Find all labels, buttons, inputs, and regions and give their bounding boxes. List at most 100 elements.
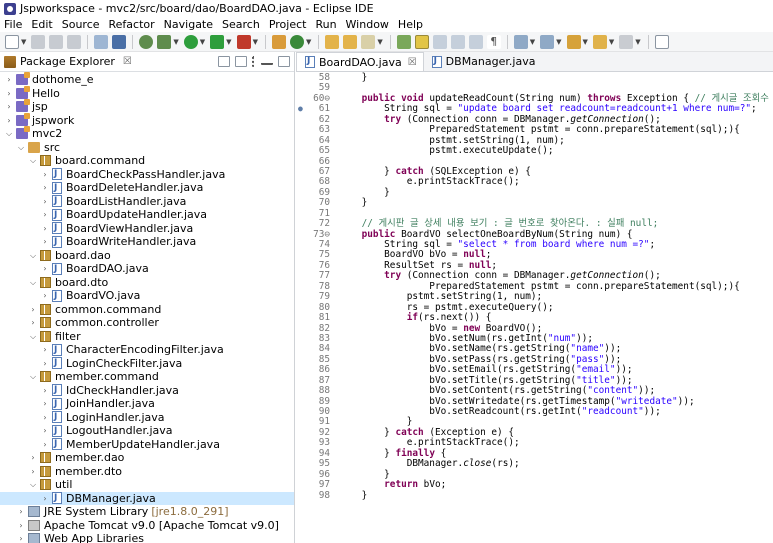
tree-item[interactable]: › CharacterEncodingFilter.java [0, 343, 294, 357]
search-icon[interactable] [396, 34, 411, 49]
tree-item[interactable]: › BoardCheckPassHandler.java [0, 168, 294, 182]
menu-refactor[interactable]: Refactor [109, 18, 155, 31]
collapsed-chevron-icon[interactable]: › [28, 465, 38, 478]
collapsed-chevron-icon[interactable]: › [40, 168, 50, 181]
back-icon[interactable] [592, 34, 607, 49]
chevron-down-icon[interactable]: ▼ [173, 38, 178, 46]
tree-item[interactable]: › BoardDeleteHandler.java [0, 181, 294, 195]
tree-item[interactable]: › dothome_e [0, 72, 294, 87]
expanded-chevron-icon[interactable]: ⌵ [28, 478, 38, 491]
expanded-chevron-icon[interactable]: ⌵ [28, 154, 38, 167]
view-menu-icon[interactable] [252, 56, 256, 67]
collapsed-chevron-icon[interactable]: › [40, 235, 50, 248]
run-external-icon[interactable] [210, 34, 225, 49]
tree-item[interactable]: ⌵ board.dao [0, 249, 294, 263]
expanded-chevron-icon[interactable]: ⌵ [16, 141, 26, 154]
collapsed-chevron-icon[interactable]: › [16, 532, 26, 543]
chevron-down-icon[interactable]: ▼ [306, 38, 311, 46]
menu-project[interactable]: Project [269, 18, 307, 31]
tree-item[interactable]: › member.dao [0, 451, 294, 465]
collapsed-chevron-icon[interactable]: › [40, 208, 50, 221]
next-annotation-icon[interactable] [513, 34, 528, 49]
open-type-icon[interactable] [325, 34, 340, 49]
collapsed-chevron-icon[interactable]: › [40, 492, 50, 505]
collapsed-chevron-icon[interactable]: › [40, 357, 50, 370]
menu-edit[interactable]: Edit [31, 18, 52, 31]
toggle-mark-icon[interactable] [94, 34, 109, 49]
tree-item[interactable]: ⌵ member.command [0, 370, 294, 384]
collapsed-chevron-icon[interactable]: › [4, 114, 14, 127]
chevron-down-icon[interactable]: ▼ [530, 38, 535, 46]
tree-item[interactable]: › BoardDAO.java [0, 262, 294, 276]
chevron-down-icon[interactable]: ▼ [21, 38, 26, 46]
collapsed-chevron-icon[interactable]: › [40, 411, 50, 424]
show-whitespace-icon[interactable] [450, 34, 465, 49]
tree-item[interactable]: ⌵ board.dto [0, 276, 294, 290]
menu-source[interactable]: Source [62, 18, 100, 31]
chevron-down-icon[interactable]: ▼ [377, 38, 382, 46]
chevron-down-icon[interactable]: ▼ [253, 38, 258, 46]
tree-item[interactable]: › BoardVO.java [0, 289, 294, 303]
collapsed-chevron-icon[interactable]: › [40, 438, 50, 451]
chevron-down-icon[interactable]: ▼ [609, 38, 614, 46]
package-explorer-title[interactable]: Package Explorer [20, 55, 115, 68]
tree-item[interactable]: › jspwork [0, 112, 294, 128]
tree-item[interactable]: › LogoutHandler.java [0, 424, 294, 438]
skip-breakpoints-icon[interactable] [139, 34, 154, 49]
tree-item[interactable]: › common.command [0, 303, 294, 317]
block-selection-icon[interactable] [432, 34, 447, 49]
toggle-breadcrumb-icon[interactable] [468, 34, 483, 49]
console-icon[interactable] [112, 34, 127, 49]
chevron-down-icon[interactable]: ▼ [200, 38, 205, 46]
chevron-down-icon[interactable]: ▼ [583, 38, 588, 46]
tree-item[interactable]: › LoginHandler.java [0, 411, 294, 425]
tree-item[interactable]: › Apache Tomcat v9.0 [Apache Tomcat v9.0] [0, 519, 294, 533]
menu-window[interactable]: Window [346, 18, 389, 31]
expanded-chevron-icon[interactable]: ⌵ [28, 370, 38, 383]
collapsed-chevron-icon[interactable]: › [40, 343, 50, 356]
open-folder-icon[interactable] [343, 34, 358, 49]
menu-search[interactable]: Search [222, 18, 260, 31]
collapsed-chevron-icon[interactable]: › [4, 100, 14, 113]
collapsed-chevron-icon[interactable]: › [28, 303, 38, 316]
expanded-chevron-icon[interactable]: ⌵ [4, 127, 14, 140]
expanded-chevron-icon[interactable]: ⌵ [28, 330, 38, 343]
tree-item[interactable]: ⌵ mvc2 [0, 126, 294, 141]
print-icon[interactable] [67, 34, 82, 49]
collapsed-chevron-icon[interactable]: › [40, 397, 50, 410]
collapsed-chevron-icon[interactable]: › [28, 316, 38, 329]
menu-file[interactable]: File [4, 18, 22, 31]
collapsed-chevron-icon[interactable]: › [4, 73, 14, 86]
maximize-view-icon[interactable] [278, 56, 290, 67]
tree-item[interactable]: › BoardUpdateHandler.java [0, 208, 294, 222]
tree-item[interactable]: › IdCheckHandler.java [0, 384, 294, 398]
collapsed-chevron-icon[interactable]: › [40, 222, 50, 235]
tree-item[interactable]: ⌵ board.command [0, 154, 294, 168]
minimize-view-icon[interactable] [261, 59, 273, 65]
pilcrow-icon[interactable]: ¶ [486, 34, 501, 49]
close-tab-icon[interactable]: ☒ [408, 57, 417, 68]
menu-help[interactable]: Help [398, 18, 423, 31]
tree-item[interactable]: › member.dto [0, 465, 294, 479]
tree-item[interactable]: › BoardViewHandler.java [0, 222, 294, 236]
new-file-icon[interactable] [5, 34, 19, 49]
collapsed-chevron-icon[interactable]: › [16, 519, 26, 532]
mark-occurrences-icon[interactable] [414, 34, 429, 49]
expanded-chevron-icon[interactable]: ⌵ [28, 249, 38, 262]
collapsed-chevron-icon[interactable]: › [40, 262, 50, 275]
collapsed-chevron-icon[interactable]: › [40, 289, 50, 302]
chevron-down-icon[interactable]: ▼ [556, 38, 561, 46]
coverage-icon[interactable] [236, 34, 251, 49]
collapsed-chevron-icon[interactable]: › [16, 505, 26, 518]
new-class-icon[interactable] [289, 34, 304, 49]
tree-item[interactable]: › jsp [0, 99, 294, 114]
menu-navigate[interactable]: Navigate [164, 18, 213, 31]
collapsed-chevron-icon[interactable]: › [40, 195, 50, 208]
tree-item[interactable]: › LoginCheckFilter.java [0, 357, 294, 371]
close-view-icon[interactable]: ☒ [123, 56, 132, 67]
pencil-icon[interactable] [361, 34, 376, 49]
tree-item[interactable]: › JoinHandler.java [0, 397, 294, 411]
save-icon[interactable] [31, 34, 46, 49]
chevron-down-icon[interactable]: ▼ [635, 38, 640, 46]
editor-tab[interactable]: DBManager.java [424, 52, 542, 71]
